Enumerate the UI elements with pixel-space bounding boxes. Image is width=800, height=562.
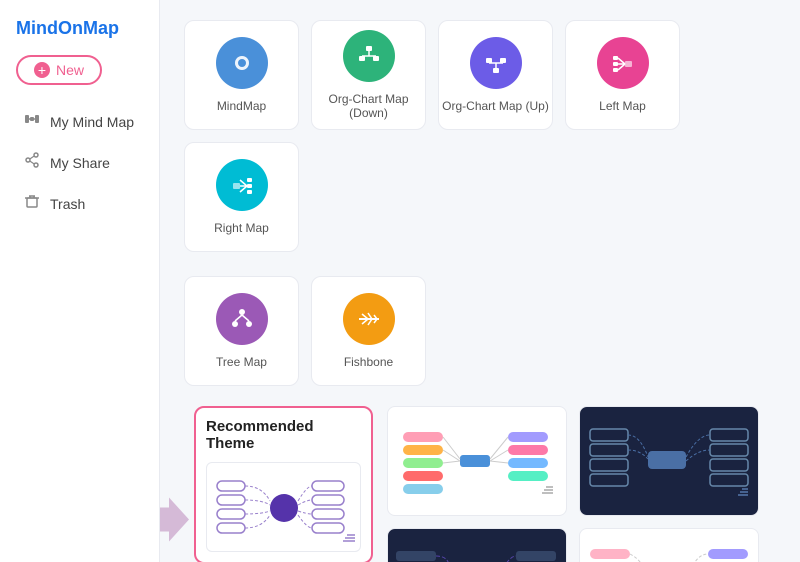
sidebar: MindOnMap + New My Mind Map My Share Tra… (0, 0, 160, 562)
org-down-label: Org-Chart Map (Down) (312, 92, 425, 120)
sidebar-item-label: My Mind Map (50, 114, 134, 130)
map-card-left[interactable]: Left Map (565, 20, 680, 130)
map-type-grid: MindMap Org-Chart Map (Down) Org-Chart M… (184, 20, 776, 252)
right-map-icon-circle (216, 159, 268, 211)
recommended-title: Recommended Theme (206, 418, 361, 452)
org-up-label: Org-Chart Map (Up) (442, 99, 549, 113)
left-map-icon-circle (597, 37, 649, 89)
theme-card-colorful[interactable] (387, 406, 567, 516)
sidebar-item-my-mind-map[interactable]: My Mind Map (8, 101, 151, 142)
theme-card-dark[interactable] (579, 406, 759, 516)
map-card-right[interactable]: Right Map (184, 142, 299, 252)
theme-cards-grid (387, 406, 776, 562)
theme-thumb-white[interactable] (206, 462, 361, 552)
mindmap-label: MindMap (217, 99, 266, 113)
sidebar-item-trash[interactable]: Trash (8, 183, 151, 224)
arrow-pointer (160, 498, 189, 547)
right-map-label: Right Map (214, 221, 269, 235)
fishbone-label: Fishbone (344, 355, 393, 369)
mindmap-icon-circle (216, 37, 268, 89)
mind-map-icon (24, 111, 40, 132)
logo: MindOnMap (0, 10, 159, 55)
new-button-label: New (56, 62, 84, 78)
map-card-org-down[interactable]: Org-Chart Map (Down) (311, 20, 426, 130)
map-card-fishbone[interactable]: Fishbone (311, 276, 426, 386)
main-content: MindMap Org-Chart Map (Down) Org-Chart M… (160, 0, 800, 562)
org-up-icon-circle (470, 37, 522, 89)
map-card-org-up[interactable]: Org-Chart Map (Up) (438, 20, 553, 130)
plus-icon: + (34, 62, 50, 78)
logo-text: MindOnMap (16, 18, 119, 39)
recommended-theme-box: Recommended Theme (194, 406, 373, 562)
sidebar-item-my-share[interactable]: My Share (8, 142, 151, 183)
map-card-tree[interactable]: Tree Map (184, 276, 299, 386)
trash-icon (24, 193, 40, 214)
theme-card-dark2[interactable] (387, 528, 567, 562)
map-card-mindmap[interactable]: MindMap (184, 20, 299, 130)
new-button[interactable]: + New (16, 55, 102, 85)
tree-map-label: Tree Map (216, 355, 267, 369)
share-icon (24, 152, 40, 173)
org-down-icon-circle (343, 30, 395, 82)
theme-card-colorful2[interactable] (579, 528, 759, 562)
sidebar-item-label: My Share (50, 155, 110, 171)
left-map-label: Left Map (599, 99, 646, 113)
fishbone-icon-circle (343, 293, 395, 345)
tree-map-icon-circle (216, 293, 268, 345)
sidebar-item-label: Trash (50, 196, 85, 212)
map-type-grid-row2: Tree Map Fishbone (184, 276, 776, 386)
